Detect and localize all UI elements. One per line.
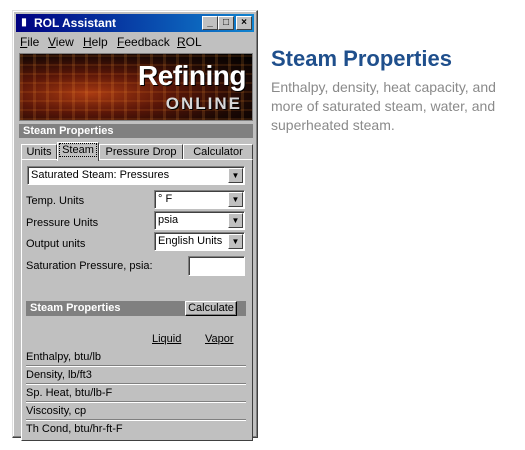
row-sp-heat: Sp. Heat, btu/lb-F <box>26 387 113 399</box>
row-divider <box>26 365 246 367</box>
temp-units-select[interactable]: ° F ▼ <box>154 190 245 209</box>
menu-feedback[interactable]: Feedback <box>117 35 170 49</box>
row-divider <box>26 419 246 421</box>
row-enthalpy: Enthalpy, btu/lb <box>26 351 102 363</box>
chevron-down-icon[interactable]: ▼ <box>228 168 243 183</box>
window-title: ROL Assistant <box>34 16 117 30</box>
row-viscosity: Viscosity, cp <box>26 405 87 417</box>
row-density: Density, lb/ft3 <box>26 369 92 381</box>
tab-strip: Units Steam Pressure Drop Calculator <box>21 142 253 161</box>
tab-pressure-drop[interactable]: Pressure Drop <box>99 144 183 160</box>
tab-calculator[interactable]: Calculator <box>183 144 253 160</box>
pressure-units-label: Pressure Units <box>26 217 99 229</box>
saturation-pressure-input[interactable] <box>188 256 245 276</box>
row-th-cond: Th Cond, btu/hr-ft-F <box>26 423 123 435</box>
temp-units-label: Temp. Units <box>26 195 85 207</box>
app-icon[interactable]: ▮ <box>19 17 29 29</box>
title-bar[interactable]: ▮ ROL Assistant _ □ × <box>16 14 254 32</box>
steam-tab-panel: Saturated Steam: Pressures ▼ Temp. Units… <box>21 159 253 441</box>
banner-logo-online: ONLINE <box>165 94 242 113</box>
side-title: Steam Properties <box>271 46 452 71</box>
row-divider <box>26 383 246 385</box>
saturation-pressure-label: Saturation Pressure, psia: <box>26 260 153 272</box>
chevron-down-icon[interactable]: ▼ <box>228 192 243 207</box>
chevron-down-icon[interactable]: ▼ <box>228 213 243 228</box>
col-vapor: Vapor <box>205 333 234 345</box>
menu-rol[interactable]: ROL <box>177 35 202 49</box>
rol-assistant-window: ▮ ROL Assistant _ □ × File View Help Fee… <box>12 10 258 441</box>
pressure-units-select[interactable]: psia ▼ <box>154 211 245 230</box>
menu-bar: File View Help Feedback ROL <box>17 33 253 51</box>
steam-mode-select[interactable]: Saturated Steam: Pressures ▼ <box>27 166 245 185</box>
side-description: Enthalpy, density, heat capacity, and mo… <box>271 79 496 133</box>
banner-logo-refining: Refining <box>138 60 247 91</box>
menu-view[interactable]: View <box>48 35 74 49</box>
tab-units[interactable]: Units <box>21 144 57 160</box>
temp-units-value: ° F <box>158 193 173 205</box>
calculate-button[interactable]: Calculate <box>185 301 237 316</box>
output-units-select[interactable]: English Units ▼ <box>154 232 245 251</box>
minimize-button[interactable]: _ <box>202 16 218 30</box>
section-header: Steam Properties <box>19 124 253 138</box>
refining-online-banner: Refining ONLINE <box>19 53 253 121</box>
chevron-down-icon[interactable]: ▼ <box>228 234 243 249</box>
row-divider <box>26 401 246 403</box>
steam-mode-value: Saturated Steam: Pressures <box>31 169 170 181</box>
pressure-units-value: psia <box>158 214 179 226</box>
output-units-value: English Units <box>158 235 223 247</box>
menu-help[interactable]: Help <box>83 35 108 49</box>
maximize-button[interactable]: □ <box>218 16 234 30</box>
close-button[interactable]: × <box>236 16 252 30</box>
col-liquid: Liquid <box>152 333 182 345</box>
menu-file[interactable]: File <box>20 35 39 49</box>
output-units-label: Output units <box>26 238 86 250</box>
tab-steam[interactable]: Steam <box>57 142 99 161</box>
